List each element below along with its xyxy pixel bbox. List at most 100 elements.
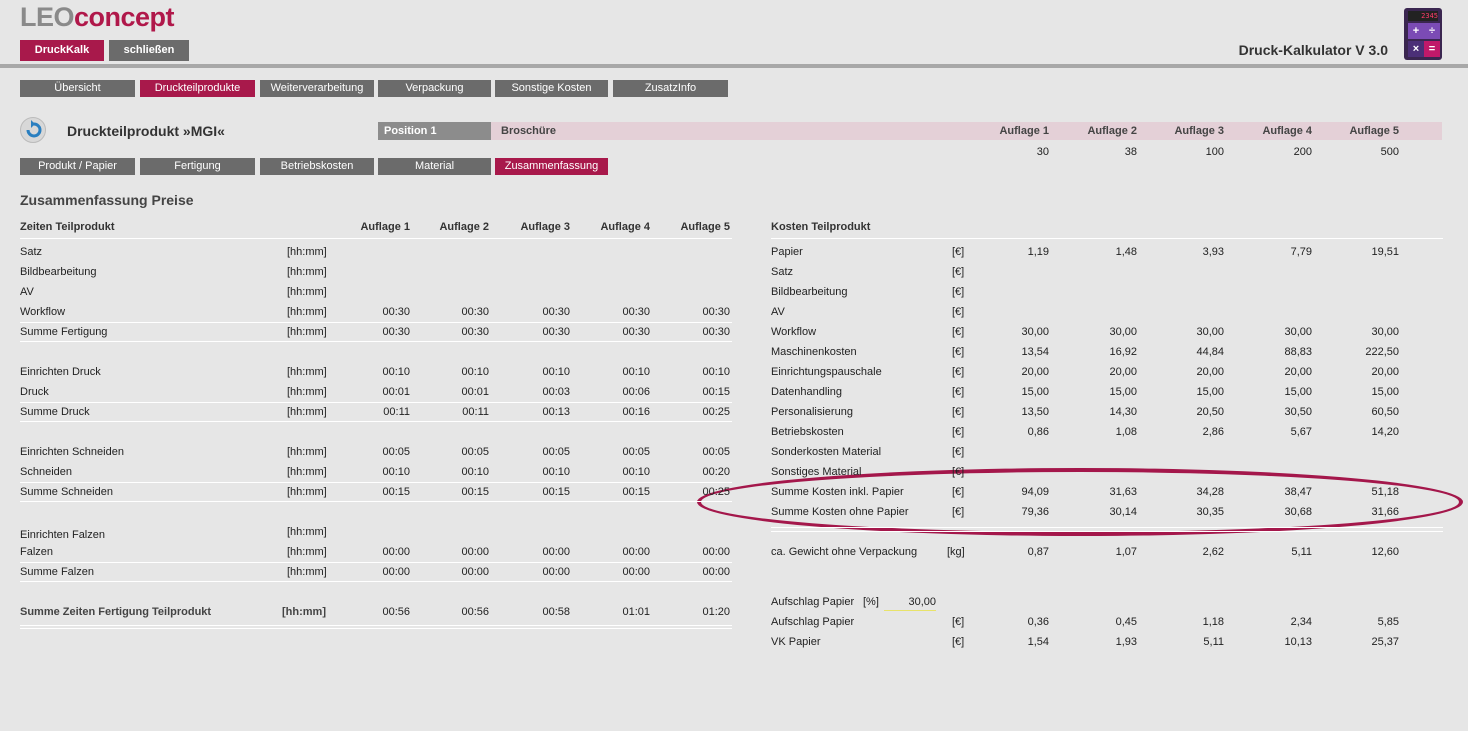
zeiten-value: 00:00: [382, 546, 410, 558]
kosten-value: 2,86: [1202, 426, 1224, 438]
zeiten-value: 00:00: [461, 546, 489, 558]
kosten-row-unit: [€]: [952, 386, 965, 398]
kosten-value: 14,20: [1371, 426, 1399, 438]
zeiten-row-unit: [hh:mm]: [287, 446, 327, 458]
kosten-value: 30,68: [1284, 506, 1312, 518]
zeiten-row-label: Summe Falzen: [20, 566, 94, 578]
auflage-header: Auflage 1: [999, 125, 1049, 137]
kosten-row-unit: [€]: [952, 426, 965, 438]
subtab-betriebskosten[interactable]: Betriebskosten: [260, 158, 374, 175]
kosten-value: 30,00: [1196, 326, 1224, 338]
kosten-value: 30,35: [1196, 506, 1224, 518]
tab--bersicht[interactable]: Übersicht: [20, 80, 135, 97]
kosten-value: 2,62: [1202, 546, 1224, 558]
position-bar: Broschüre Auflage 1 Auflage 2 Auflage 3 Auf…: [491, 122, 1442, 140]
zeiten-value: 00:56: [461, 606, 489, 618]
zeiten-row-unit: [hh:mm]: [287, 286, 327, 298]
kosten-row-unit: [kg]: [947, 546, 965, 558]
zeiten-row-unit: [hh:mm]: [287, 566, 327, 578]
zeiten-value: 00:00: [461, 566, 489, 578]
tab-weiterverarbeitung[interactable]: Weiterverarbeitung: [260, 80, 374, 97]
zeiten-row-label: Falzen: [20, 546, 54, 558]
kosten-row-unit: [€]: [952, 346, 965, 358]
zeiten-col-header: Auflage 3: [520, 221, 570, 233]
tab-druckteilprodukte[interactable]: Druckteilprodukte: [140, 80, 255, 97]
kosten-extra-label: VK Papier: [771, 636, 821, 648]
zeiten-value: 00:15: [542, 486, 570, 498]
zeiten-col-header: Auflage 1: [360, 221, 410, 233]
subtab-produkt-papier[interactable]: Produkt / Papier: [20, 158, 135, 175]
kosten-row-label: AV: [771, 306, 785, 318]
subtab-zusammenfassung[interactable]: Zusammenfassung: [495, 158, 608, 175]
kosten-value: 0,86: [1027, 426, 1049, 438]
divider: [20, 581, 732, 582]
kosten-row-unit: [€]: [952, 486, 965, 498]
zeiten-row-label: Workflow: [20, 306, 66, 318]
kosten-row-unit: [€]: [952, 446, 965, 458]
zeiten-value: 00:15: [382, 486, 410, 498]
zeiten-row-unit: [hh:mm]: [287, 326, 327, 338]
zeiten-value: 00:13: [542, 406, 570, 418]
kosten-value: 15,00: [1021, 386, 1049, 398]
divider: [771, 531, 1443, 532]
kosten-extra-value: 5,11: [1203, 636, 1224, 648]
kosten-value: 30,00: [1021, 326, 1049, 338]
kosten-value: 51,18: [1371, 486, 1399, 498]
tab-zusatzinfo[interactable]: ZusatzInfo: [613, 80, 728, 97]
kosten-value: 31,66: [1371, 506, 1399, 518]
auflage-quantity: 500: [1380, 146, 1399, 158]
auflage-header: Auflage 4: [1262, 125, 1312, 137]
zeiten-value: 00:10: [542, 466, 570, 478]
zeiten-col-header: Auflage 2: [439, 221, 489, 233]
druckkalk-button[interactable]: DruckKalk: [20, 40, 104, 61]
position-label[interactable]: Position 1: [378, 122, 491, 140]
subtab-fertigung[interactable]: Fertigung: [140, 158, 255, 175]
zeiten-value: 00:30: [622, 326, 650, 338]
kosten-row-label: Bildbearbeitung: [771, 286, 848, 298]
kosten-value: 1,08: [1115, 426, 1137, 438]
divider: [20, 562, 732, 563]
kosten-extra-value: 2,34: [1290, 616, 1312, 628]
zeiten-value: 00:00: [622, 566, 650, 578]
aufschlag-input[interactable]: 30,00: [884, 594, 936, 611]
zeiten-value: 00:05: [542, 446, 570, 458]
product-title: Druckteilprodukt »MGI«: [67, 123, 225, 139]
kosten-extra-value: 1,54: [1027, 636, 1049, 648]
kosten-value: 20,50: [1196, 406, 1224, 418]
zeiten-value: 00:10: [382, 466, 410, 478]
tab-verpackung[interactable]: Verpackung: [378, 80, 491, 97]
kosten-extra-unit: [€]: [952, 636, 965, 648]
kosten-value: 20,00: [1021, 366, 1049, 378]
zeiten-value: 00:30: [542, 326, 570, 338]
kosten-row-label: Sonstiges Material: [771, 466, 862, 478]
kosten-value: 44,84: [1196, 346, 1224, 358]
divider: [20, 341, 732, 342]
kosten-value: 12,60: [1371, 546, 1399, 558]
zeiten-value: 00:01: [382, 386, 410, 398]
back-arrow-icon[interactable]: [20, 117, 46, 143]
calculator-icon: 2345 + ÷ × =: [1404, 8, 1442, 60]
kosten-extra-value: 25,37: [1371, 636, 1399, 648]
auflage-quantity: 30: [1036, 146, 1049, 158]
zeiten-value: 00:05: [622, 446, 650, 458]
kosten-row-unit: [€]: [952, 326, 965, 338]
zeiten-value: 00:10: [622, 366, 650, 378]
zeiten-value: 00:15: [702, 386, 730, 398]
subtab-material[interactable]: Material: [378, 158, 491, 175]
zeiten-value: 00:01: [461, 386, 489, 398]
zeiten-value: 00:05: [702, 446, 730, 458]
zeiten-row-label: AV: [20, 286, 34, 298]
schliessen-button[interactable]: schließen: [109, 40, 189, 61]
zeiten-value: 00:58: [542, 606, 570, 618]
highlight-oval: [697, 468, 1463, 536]
tab-sonstige-kosten[interactable]: Sonstige Kosten: [495, 80, 608, 97]
zeiten-value: 00:11: [383, 406, 410, 418]
auflage-header: Auflage 2: [1087, 125, 1137, 137]
zeiten-value: 00:10: [382, 366, 410, 378]
kosten-row-label: Papier: [771, 246, 803, 258]
divider: [20, 482, 732, 483]
zeiten-header: Zeiten Teilprodukt: [20, 221, 115, 233]
kosten-value: 0,87: [1027, 546, 1049, 558]
product-name: Broschüre: [501, 125, 557, 137]
kosten-value: 13,54: [1021, 346, 1049, 358]
